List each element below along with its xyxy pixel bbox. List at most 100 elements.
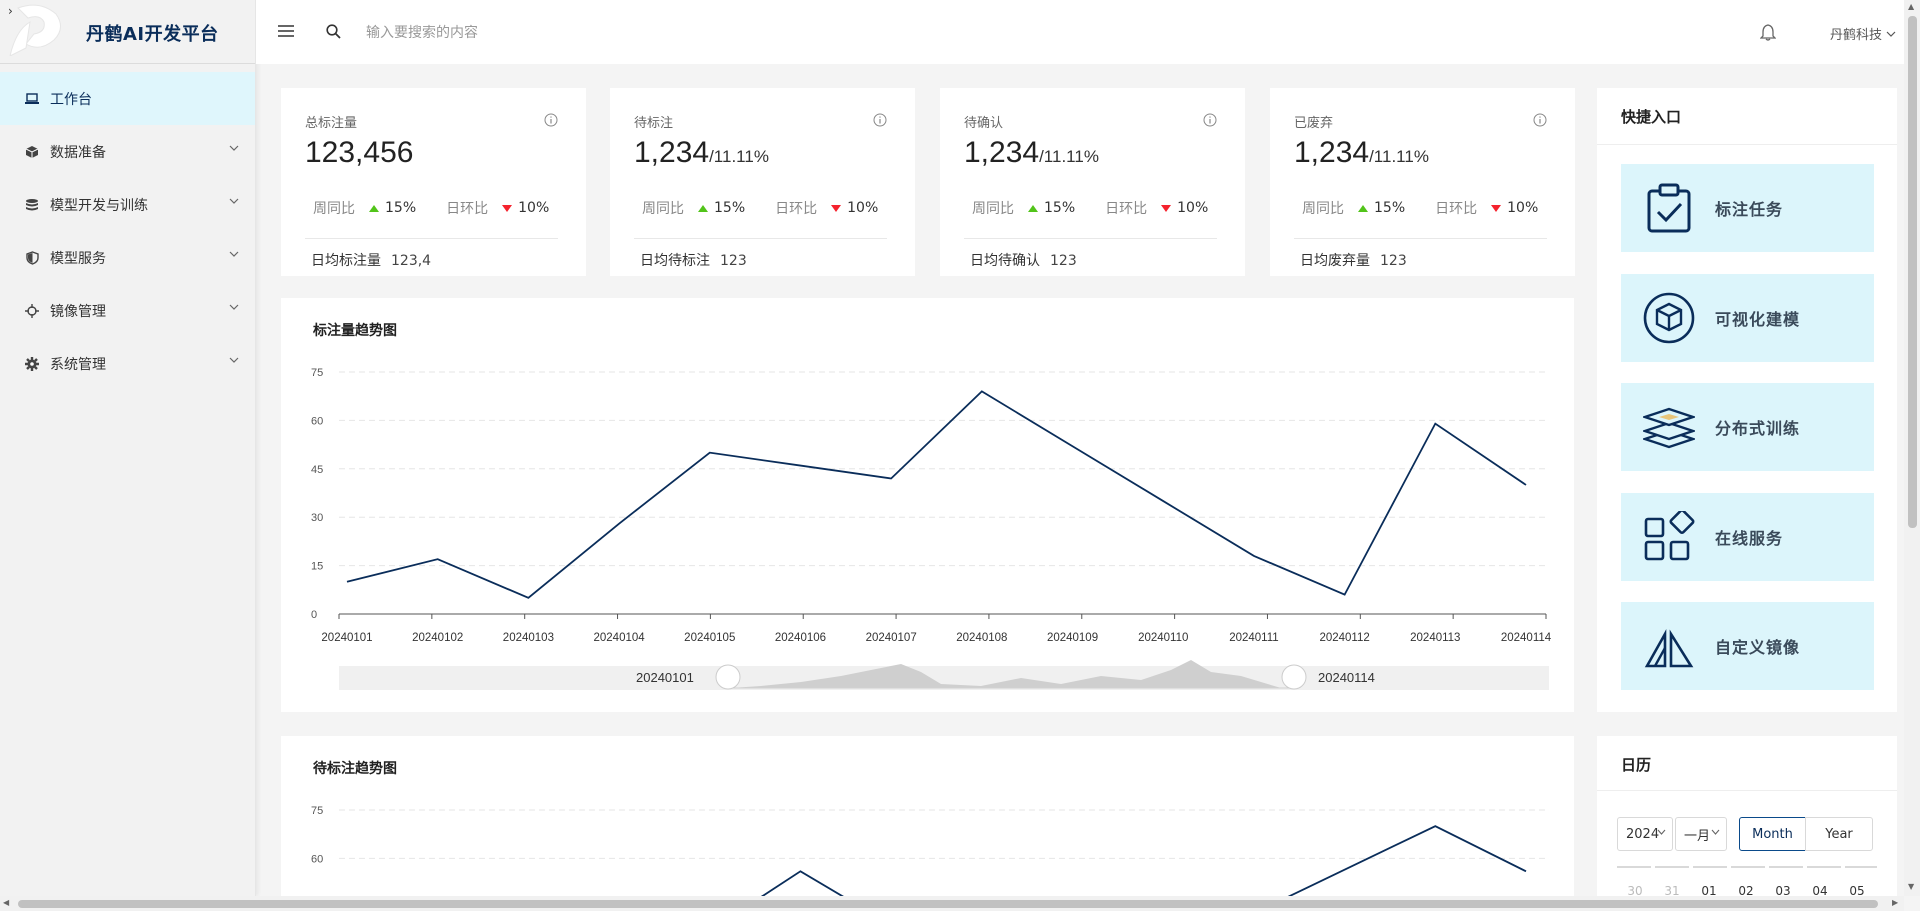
zoom-handle-start [715, 664, 741, 690]
stat-value: 1,234/11.11% [1294, 136, 1429, 169]
stat-label: 待确认 [964, 116, 1004, 131]
y-tick-label: 30 [311, 512, 323, 524]
stat-card-pending: 待标注 1,234/11.11% 周同比 15% 日环比 10% 日均待标注 123 [610, 88, 915, 276]
shortcut-annotation-task[interactable]: 标注任务 [1621, 164, 1874, 252]
scroll-left-icon[interactable]: ◀ [3, 898, 9, 907]
sidebar-item-data-prep[interactable]: 数据准备 [0, 125, 255, 178]
scrollbar-thumb[interactable] [18, 900, 1878, 908]
sidebar-item-label: 模型服务 [50, 250, 106, 267]
shortcut-online-service[interactable]: 在线服务 [1621, 493, 1874, 581]
sidebar-item-model-dev[interactable]: 模型开发与训练 [0, 178, 255, 231]
sidebar-menu: 工作台 数据准备 模型开发与训练 模型服务 镜像管理 系统管理 [0, 72, 255, 390]
year-select[interactable]: 2024 [1617, 817, 1673, 851]
cube-circle-icon [1641, 290, 1697, 346]
stat-compare-row: 周同比 15% 日环比 10% [642, 200, 879, 217]
pending-trend-chart: 60 75 [311, 805, 1546, 911]
laptop-icon [24, 91, 40, 107]
y-tick-label: 45 [311, 464, 323, 476]
y-tick-label: 0 [311, 609, 317, 621]
user-menu[interactable]: 丹鹤科技 [1830, 24, 1896, 43]
up-arrow-icon [698, 204, 708, 212]
down-arrow-icon [1491, 204, 1502, 212]
chevron-down-icon [229, 357, 239, 363]
zoom-handle-end [1281, 664, 1307, 690]
crosshair-icon [24, 303, 40, 319]
panel-title: 日历 [1621, 756, 1652, 774]
zoom-end-label: 20240114 [1318, 670, 1375, 685]
divider [964, 238, 1217, 239]
panel-title: 快捷入口 [1621, 108, 1682, 126]
shortcut-visual-modeling[interactable]: 可视化建模 [1621, 274, 1874, 362]
chevron-down-icon [229, 198, 239, 204]
search-input[interactable] [366, 20, 666, 46]
search-icon[interactable] [326, 24, 341, 39]
info-icon[interactable] [1533, 113, 1547, 127]
horizontal-scrollbar[interactable]: ◀ ▶ [0, 896, 1904, 911]
stat-value: 1,234/11.11% [964, 136, 1099, 169]
user-name: 丹鹤科技 [1830, 28, 1883, 43]
calendar-panel: 日历 2024 一月 Month Year 30 31 01 02 03 04 … [1597, 736, 1897, 911]
chevron-down-icon [1886, 31, 1896, 37]
sidebar-item-system-mgmt[interactable]: 系统管理 [0, 337, 255, 390]
sidebar-item-image-mgmt[interactable]: 镜像管理 [0, 284, 255, 337]
stat-label: 已废弃 [1294, 116, 1334, 131]
x-tick-label: 20240106 [775, 632, 826, 644]
divider [305, 238, 558, 239]
divider [1597, 144, 1897, 145]
info-icon[interactable] [1203, 113, 1217, 127]
stat-footer: 日均标注量 123,4 [311, 253, 432, 269]
scroll-right-icon[interactable]: ▶ [1892, 898, 1898, 907]
up-arrow-icon [1028, 204, 1038, 212]
stat-card-discarded: 已废弃 1,234/11.11% 周同比 15% 日环比 10% 日均废弃量 123 [1270, 88, 1575, 276]
chevron-down-icon [1657, 829, 1666, 835]
sidebar-item-workbench[interactable]: 工作台 [0, 72, 255, 125]
zoom-slider[interactable]: 20240101 20240114 [339, 660, 1549, 690]
scroll-down-icon[interactable]: ▼ [1908, 882, 1914, 891]
y-tick-label: 75 [311, 367, 323, 379]
x-tick-label: 20240111 [1229, 632, 1278, 644]
info-icon[interactable] [873, 113, 887, 127]
sidebar: › 丹鹤AI开发平台 工作台 数据准备 模型开发与训练 模型服务 镜像管理 系统… [0, 0, 256, 896]
sidebar-item-label: 模型开发与训练 [50, 197, 148, 214]
shield-icon [24, 250, 40, 266]
divider [634, 238, 887, 239]
annotation-trend-chart: 0 15 30 45 60 75 20240101 20240102 20240103 20240… [311, 367, 1552, 690]
x-tick-label: 20240103 [503, 632, 554, 644]
month-select[interactable]: 一月 [1675, 817, 1727, 851]
down-arrow-icon [502, 204, 513, 212]
series-line [346, 390, 1527, 599]
scrollbar-thumb[interactable] [1908, 16, 1917, 528]
x-tick-label: 20240113 [1410, 632, 1460, 644]
x-tick-label: 20240104 [593, 632, 645, 644]
calendar-header-line [1617, 866, 1877, 868]
stat-value: 123,456 [305, 136, 414, 169]
mode-month-button[interactable]: Month [1739, 817, 1806, 851]
stat-card-to-confirm: 待确认 1,234/11.11% 周同比 15% 日环比 10% 日均待确认 123 [940, 88, 1245, 276]
shortcut-distributed-training[interactable]: 分布式训练 [1621, 383, 1874, 471]
stat-footer: 日均废弃量 123 [1300, 253, 1407, 269]
mode-year-button[interactable]: Year [1805, 817, 1873, 851]
menu-toggle-icon[interactable] [278, 24, 294, 38]
sidebar-item-model-service[interactable]: 模型服务 [0, 231, 255, 284]
chevron-down-icon [229, 251, 239, 257]
chevron-down-icon [1711, 829, 1720, 835]
y-tick-label: 75 [311, 805, 323, 817]
app-title: 丹鹤AI开发平台 [86, 24, 219, 45]
sidebar-item-label: 镜像管理 [50, 303, 106, 320]
down-arrow-icon [1161, 204, 1172, 212]
shortcut-custom-image[interactable]: 自定义镜像 [1621, 602, 1874, 690]
chevron-down-icon [229, 145, 239, 151]
x-tick-label: 20240109 [1047, 632, 1098, 644]
info-icon[interactable] [544, 113, 558, 127]
stat-value: 1,234/11.11% [634, 136, 769, 169]
collapse-arrow-icon[interactable]: › [8, 4, 13, 18]
scroll-up-icon[interactable]: ▲ [1908, 2, 1914, 11]
x-tick-label: 20240102 [412, 632, 463, 644]
bell-icon[interactable] [1760, 24, 1776, 41]
stat-compare-row: 周同比 15% 日环比 10% [1302, 200, 1539, 217]
sidebar-item-label: 系统管理 [50, 356, 106, 373]
x-tick-label: 20240112 [1319, 632, 1369, 644]
vertical-scrollbar[interactable]: ▲ ▼ [1904, 0, 1920, 896]
sail-icon [1641, 618, 1697, 674]
x-tick-label: 20240107 [866, 632, 917, 644]
